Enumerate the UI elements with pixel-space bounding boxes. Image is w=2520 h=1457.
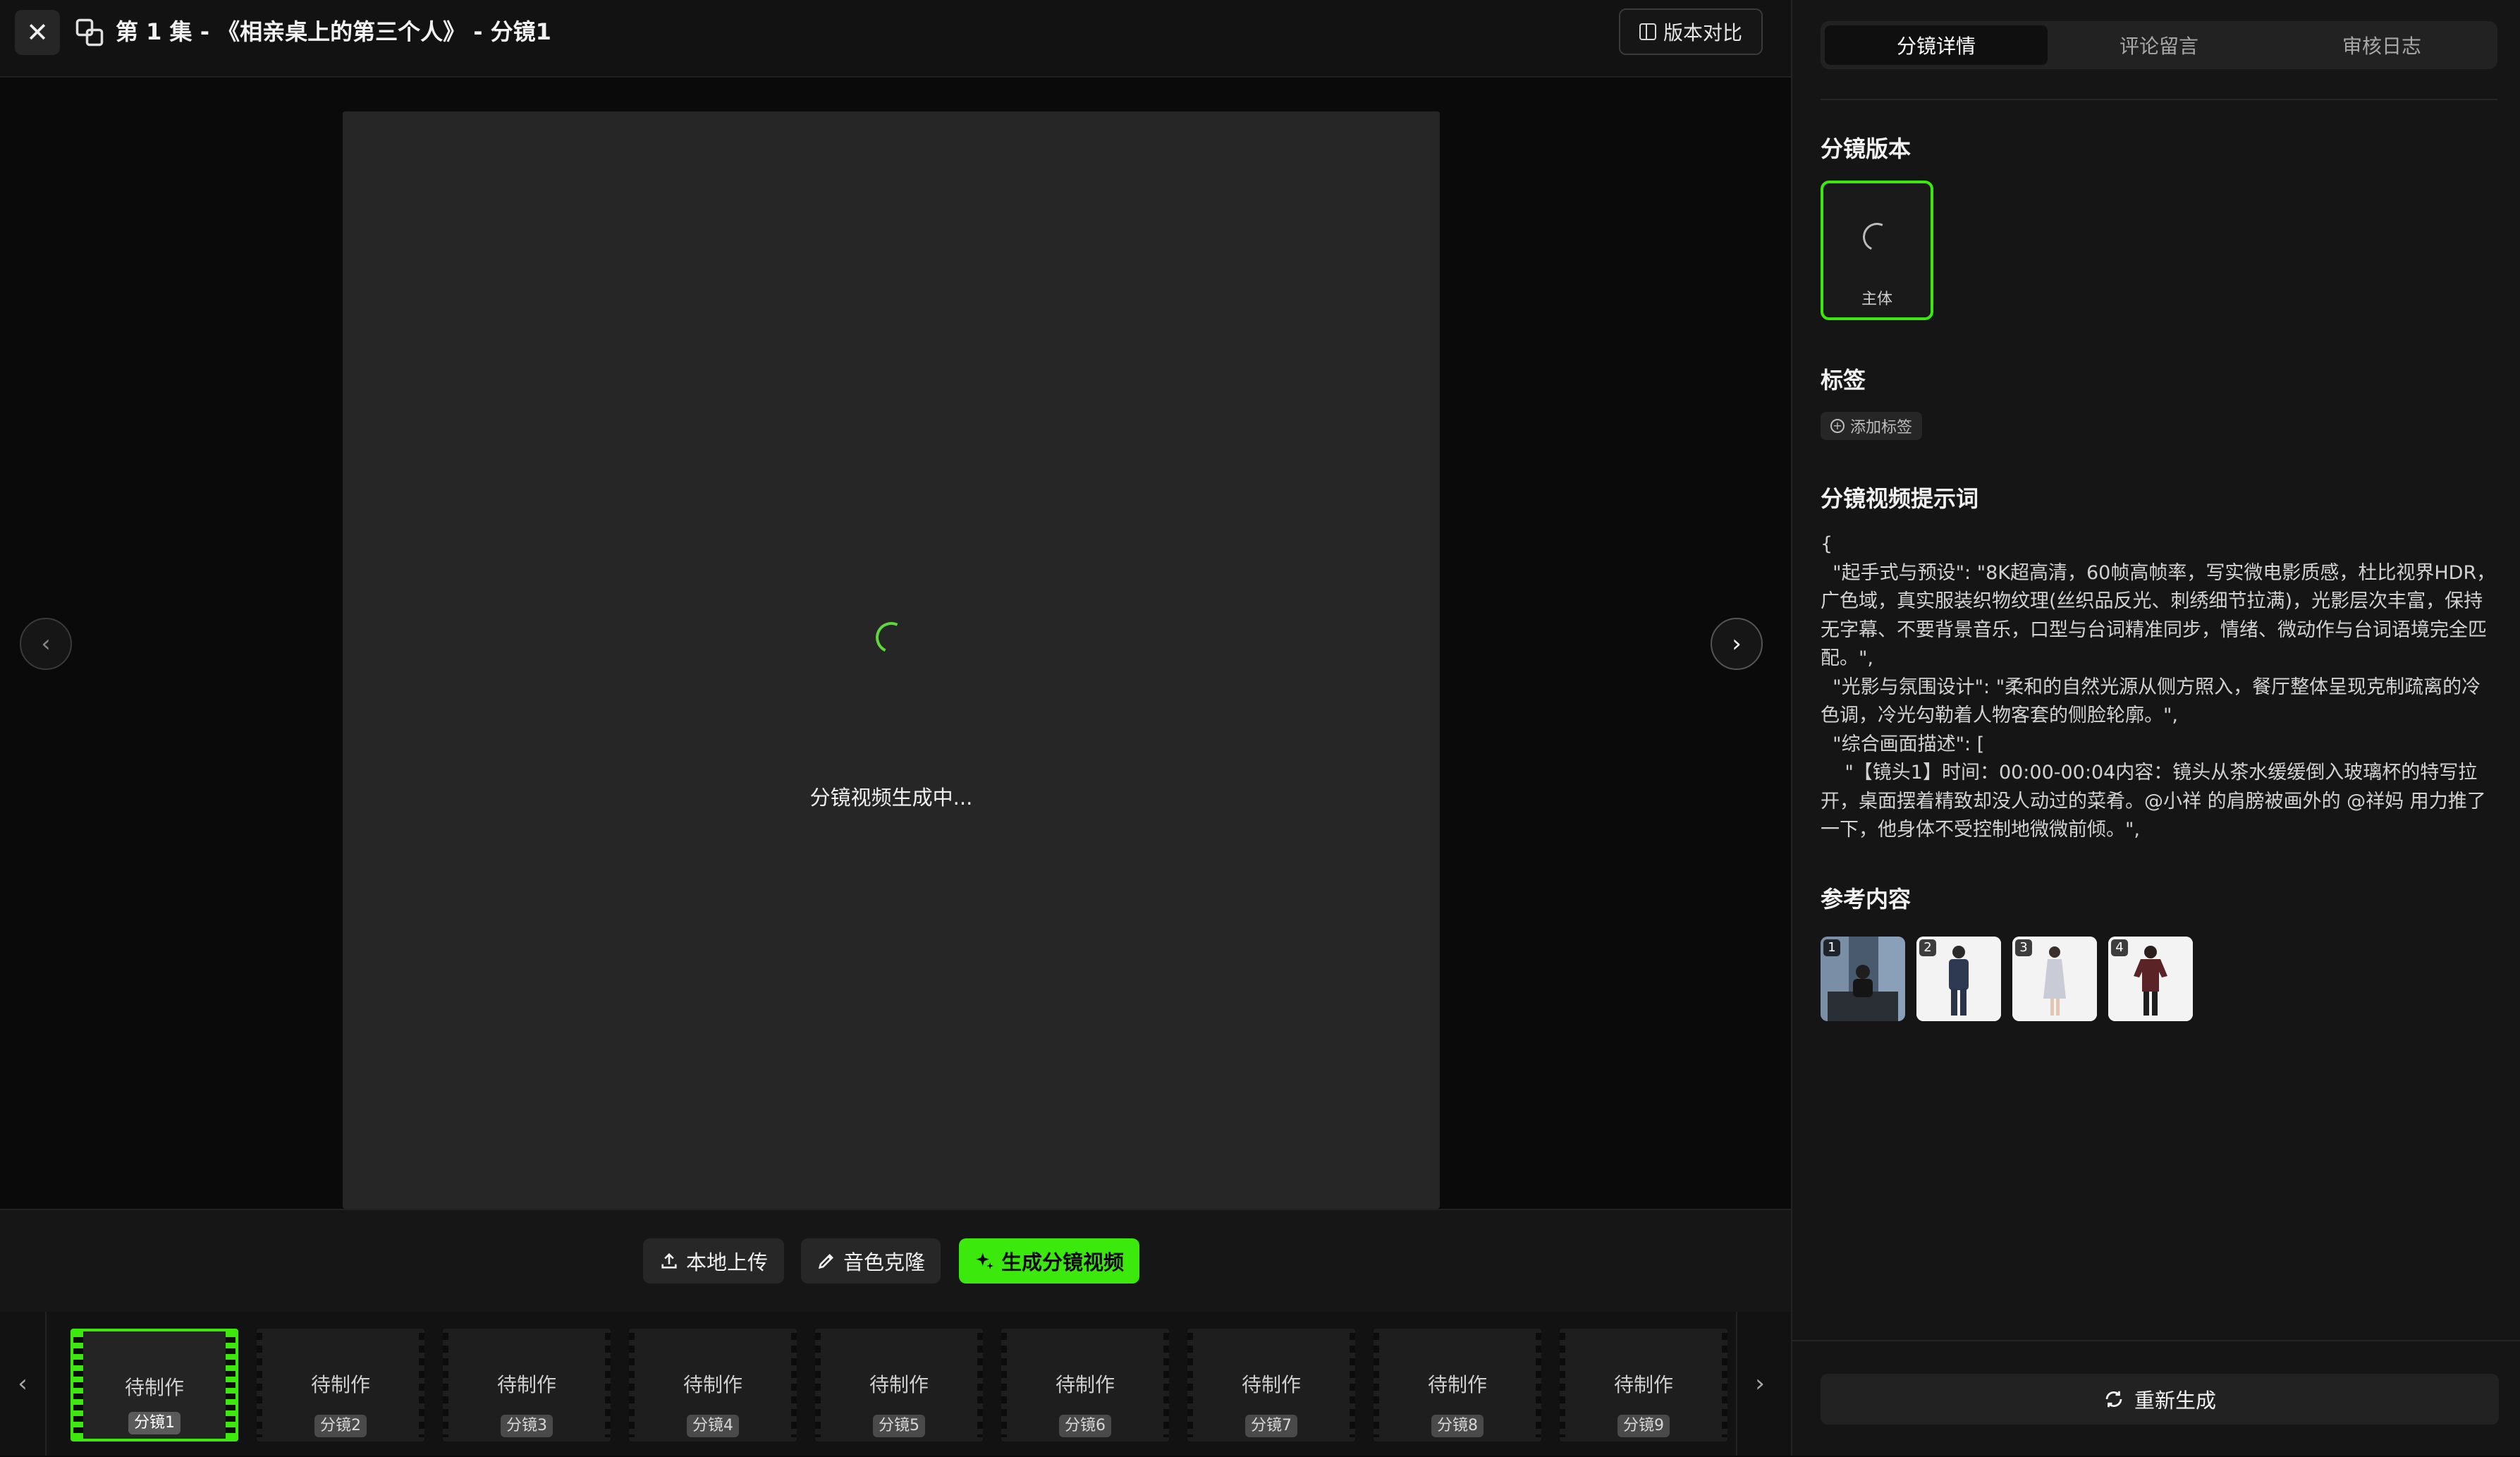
- shot-label: 分镜9: [1617, 1415, 1670, 1437]
- shot-frame[interactable]: 待制作分镜2: [257, 1329, 424, 1441]
- filmstrip-frames: 待制作 分镜1 待制作 分镜2 待制作 分镜3 待制作 分镜4 待制作 分镜5 待制作 分镜6 待制作分…: [71, 1329, 1735, 1441]
- shot-frame[interactable]: 待制作分镜4: [629, 1329, 797, 1441]
- upload-icon: [661, 1252, 677, 1269]
- generate-video-button[interactable]: 生成分镜视频: [959, 1238, 1139, 1284]
- shot-status: 待制作: [310, 1373, 370, 1396]
- tab-shot-details[interactable]: 分镜详情: [1825, 25, 2048, 65]
- close-button[interactable]: ✕: [15, 10, 60, 55]
- local-upload-button[interactable]: 本地上传: [643, 1238, 784, 1284]
- shot-filmstrip: ‹ 待制作 分镜1 待制作 分镜2 待制作 分镜3 待制作 分镜4 待制作 分镜5 待制作 分镜6 待制…: [0, 1312, 1791, 1456]
- reference-image[interactable]: 4: [2108, 937, 2193, 1021]
- version-section-title: 分镜版本: [1821, 135, 1912, 162]
- shot-status: 待制作: [124, 1376, 184, 1399]
- reference-image[interactable]: 2: [1916, 937, 2001, 1021]
- video-prompt-text: { "起手式与预设": "8K超高清，60帧高帧率，写实微电影质感，杜比视界HD…: [1821, 533, 2496, 841]
- pen-icon: [818, 1254, 833, 1269]
- editor-area: ✕ 第 1 集 - 《相亲桌上的第三个人》 - 分镜1 版本对比 ‹ 分镜视频生…: [0, 0, 1791, 1456]
- reference-index: 4: [2111, 939, 2128, 956]
- regenerate-button[interactable]: 重新生成: [1821, 1374, 2499, 1425]
- next-shot-button[interactable]: ›: [1711, 618, 1763, 670]
- refresh-icon: [2105, 1391, 2122, 1408]
- storyboard-icon: [75, 18, 104, 47]
- shot-frame[interactable]: 待制作分镜3: [443, 1329, 611, 1441]
- reference-index: 3: [2015, 939, 2032, 956]
- detail-panel: 分镜详情 评论留言 审核日志 分镜版本 主体 标签 + 添加标签 分镜视频提示词…: [1791, 0, 2520, 1456]
- shot-frame[interactable]: 待制作分镜1: [71, 1329, 238, 1441]
- version-compare-label: 版本对比: [1663, 21, 1742, 44]
- shot-frame[interactable]: 待制作分镜8: [1374, 1329, 1541, 1441]
- shot-frame[interactable]: 待制作分镜6: [1001, 1329, 1169, 1441]
- shot-status: 待制作: [496, 1373, 556, 1396]
- loading-spinner-icon: [871, 617, 912, 658]
- add-tag-button[interactable]: + 添加标签: [1821, 412, 1923, 440]
- tab-review-log[interactable]: 审核日志: [2270, 25, 2493, 65]
- shot-label: 分镜3: [501, 1415, 553, 1437]
- voice-clone-label: 音色克隆: [843, 1250, 925, 1274]
- video-preview: 分镜视频生成中...: [343, 111, 1440, 1209]
- sparkle-icon: [976, 1252, 993, 1269]
- reference-index: 2: [1919, 939, 1936, 956]
- add-tag-label: 添加标签: [1850, 419, 1913, 437]
- filmstrip-prev-button[interactable]: ‹: [0, 1312, 47, 1456]
- shot-frame[interactable]: 待制作分镜9: [1560, 1329, 1727, 1441]
- prev-shot-button[interactable]: ‹: [20, 618, 72, 670]
- close-icon: ✕: [26, 17, 49, 48]
- version-compare-button[interactable]: 版本对比: [1619, 8, 1763, 55]
- split-view-icon: [1639, 23, 1656, 40]
- voice-clone-button[interactable]: 音色克隆: [801, 1238, 941, 1284]
- shot-label: 分镜8: [1431, 1415, 1484, 1437]
- filmstrip-next-button[interactable]: ›: [1736, 1312, 1782, 1456]
- shot-frame[interactable]: 待制作分镜5: [815, 1329, 983, 1441]
- refs-section-title: 参考内容: [1821, 886, 1912, 913]
- reference-image[interactable]: 1: [1821, 937, 1905, 1021]
- shot-frame[interactable]: 待制作分镜7: [1187, 1329, 1355, 1441]
- page-title: 第 1 集 - 《相亲桌上的第三个人》 - 分镜1: [116, 18, 551, 45]
- local-upload-label: 本地上传: [685, 1250, 768, 1274]
- shot-label: 分镜6: [1059, 1415, 1111, 1437]
- prompt-section-title: 分镜视频提示词: [1821, 485, 1979, 512]
- reference-image[interactable]: 3: [2012, 937, 2097, 1021]
- action-bar: 本地上传 音色克隆 生成分镜视频: [0, 1209, 1791, 1313]
- shot-label: 分镜7: [1245, 1415, 1297, 1437]
- shot-label: 分镜4: [687, 1415, 739, 1437]
- tab-comments[interactable]: 评论留言: [2048, 25, 2270, 65]
- regenerate-label: 重新生成: [2134, 1389, 2216, 1413]
- plus-icon: +: [1830, 419, 1845, 433]
- shot-label: 分镜1: [128, 1412, 181, 1434]
- reference-index: 1: [1823, 939, 1840, 956]
- shot-label: 分镜2: [314, 1415, 367, 1437]
- version-card-label: 主体: [1861, 291, 1892, 308]
- top-bar: ✕ 第 1 集 - 《相亲桌上的第三个人》 - 分镜1 版本对比: [0, 0, 1791, 78]
- shot-label: 分镜5: [873, 1415, 925, 1437]
- shot-status: 待制作: [683, 1373, 742, 1396]
- panel-footer: 重新生成: [1792, 1340, 2520, 1457]
- tags-section-title: 标签: [1821, 367, 1866, 394]
- shot-status: 待制作: [1055, 1373, 1115, 1396]
- shot-status: 待制作: [869, 1373, 929, 1396]
- shot-status: 待制作: [1613, 1373, 1673, 1396]
- shot-status: 待制作: [1241, 1373, 1301, 1396]
- panel-tabs: 分镜详情 评论留言 审核日志: [1821, 21, 2497, 69]
- generate-video-label: 生成分镜视频: [1001, 1250, 1124, 1274]
- version-card[interactable]: 主体: [1821, 181, 1933, 320]
- divider: [1821, 99, 2497, 100]
- loading-spinner-icon: [1859, 219, 1895, 255]
- shot-status: 待制作: [1427, 1373, 1487, 1396]
- generating-status: 分镜视频生成中...: [809, 786, 973, 810]
